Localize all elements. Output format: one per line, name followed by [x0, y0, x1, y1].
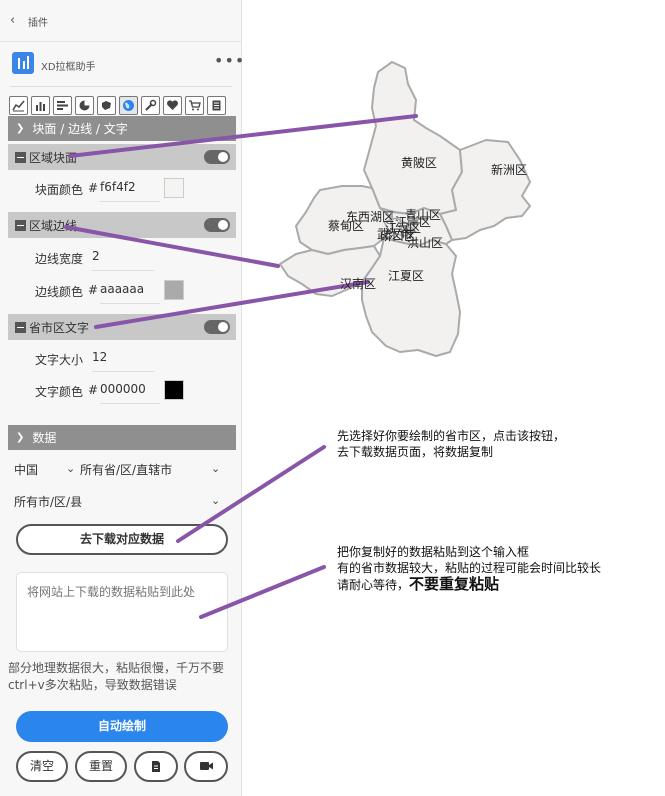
wuhan-district-map: [64, 61, 531, 619]
map-label: 江夏区: [388, 269, 425, 283]
map-label: 蔡甸区: [328, 219, 365, 233]
note-line: 有的省市数据较大，粘贴的过程可能会时间比较长: [337, 561, 602, 575]
note-download: 先选择好你要绘制的省市区，点击该按钮， 去下载数据页面，将数据复制: [337, 428, 565, 460]
note-emphasis: 不要重复粘贴: [409, 575, 500, 593]
note-paste: 把你复制好的数据粘贴到这个输入框 有的省市数据较大，粘贴的过程可能会时间比较长 …: [337, 544, 601, 593]
note-line: 先选择好你要绘制的省市区，点击该按钮，: [337, 429, 566, 443]
map-label: 汉南区: [340, 277, 377, 291]
note-line: 把你复制好的数据粘贴到这个输入框: [337, 545, 530, 559]
note-text: 请耐心等待，: [337, 578, 410, 592]
note-line: 去下载数据页面，将数据复制: [337, 445, 494, 459]
district-huangpi: [363, 61, 463, 215]
map-label: 黄陂区: [401, 156, 438, 170]
map-label: 新洲区: [491, 163, 528, 177]
note-line: 请耐心等待，不要重复粘贴: [337, 576, 601, 593]
map-label: 硚口区: [380, 229, 417, 243]
